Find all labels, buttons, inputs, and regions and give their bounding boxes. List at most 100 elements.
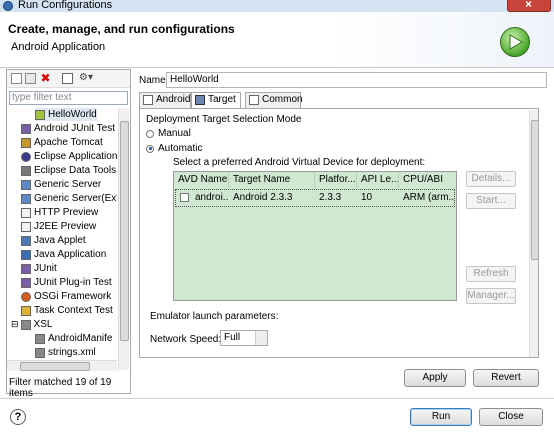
emulator-params-label: Emulator launch parameters: [150, 311, 279, 322]
radio-label: Manual [158, 128, 191, 139]
target-tab-content: Deployment Target Selection Mode Manual … [139, 108, 539, 358]
tree-item[interactable]: Java Application [21, 248, 106, 261]
revert-button[interactable]: Revert [473, 369, 539, 387]
content-vertical-scrollbar[interactable] [529, 110, 538, 357]
filter-status: Filter matched 19 of 19 items [9, 377, 112, 399]
expander-icon[interactable]: ⊟ [11, 318, 19, 331]
new-config-icon[interactable] [11, 73, 22, 84]
tree-item[interactable]: OSGi Framework [21, 290, 111, 303]
duplicate-icon[interactable] [25, 73, 36, 84]
scroll-thumb[interactable] [20, 362, 90, 371]
help-icon[interactable]: ? [10, 409, 26, 425]
osgi-icon [21, 291, 31, 302]
xsl-icon [20, 319, 31, 330]
tab-label: Android [156, 94, 191, 105]
tree-item-label: HTTP Preview [34, 207, 99, 218]
collapse-all-icon[interactable] [62, 73, 73, 84]
run-icon [500, 27, 530, 57]
tree-item-label: J2EE Preview [34, 221, 97, 232]
header-title: Create, manage, and run configurations [8, 22, 235, 36]
tree-item[interactable]: Java Applet [21, 234, 86, 247]
android-tab-icon [143, 95, 153, 105]
java-app-icon [21, 249, 31, 260]
tree-item-label: Apache Tomcat [34, 137, 103, 148]
header-subtitle: Android Application [11, 41, 106, 53]
tree-item[interactable]: JUnit [21, 262, 57, 275]
tree-item[interactable]: Generic Server(Exte [21, 192, 117, 205]
chevron-down-icon[interactable] [255, 331, 267, 345]
tree-item[interactable]: HelloWorld [35, 108, 97, 121]
column-header-target-name[interactable]: Target Name [229, 172, 315, 188]
tree-toolbar: ✖ ⚙▾ [7, 70, 130, 88]
xsl-icon [35, 347, 45, 358]
network-speed-label: Network Speed: [150, 334, 222, 345]
refresh-button[interactable]: Refresh [466, 266, 516, 282]
tree-item[interactable]: strings.xml [35, 346, 96, 359]
tree-item-label: Generic Server [34, 179, 102, 190]
radio-indicator[interactable] [146, 144, 154, 153]
close-button[interactable]: Close [479, 408, 543, 426]
tree-item[interactable]: Generic Server [21, 178, 101, 191]
common-tab-icon [249, 95, 259, 105]
tree-horizontal-scrollbar[interactable] [7, 360, 117, 371]
android-app-icon [35, 109, 45, 120]
select-value: Full [224, 332, 241, 343]
title-bar: Run Configurations × [0, 0, 554, 12]
tree-item[interactable]: Eclipse Data Tools [21, 164, 116, 177]
table-cell: 10 [361, 192, 373, 203]
tree-item[interactable]: JUnit Plug-in Test [21, 276, 112, 289]
tree-item[interactable]: Eclipse Application [21, 150, 117, 163]
tree-item[interactable]: Task Context Test [21, 304, 113, 317]
tomcat-icon [21, 137, 31, 148]
avd-prompt: Select a preferred Android Virtual Devic… [173, 157, 426, 168]
page-icon [21, 221, 31, 232]
tree-item[interactable]: J2EE Preview [21, 220, 96, 233]
run-button[interactable]: Run [410, 408, 472, 426]
window-close-button[interactable]: × [507, 0, 551, 12]
tab-android[interactable]: Android [139, 92, 191, 108]
tree-item[interactable]: Android JUnit Test [21, 122, 115, 135]
name-label: Name: [139, 75, 169, 86]
filter-icon[interactable]: ⚙▾ [79, 73, 93, 84]
column-header-api-level[interactable]: API Le... [357, 172, 399, 188]
automatic-radio[interactable]: Automatic [146, 143, 202, 154]
scroll-thumb[interactable] [531, 120, 538, 260]
tab-label: Target [208, 94, 236, 105]
tree-item-label: Generic Server(Exte [34, 193, 117, 204]
tree-item[interactable]: HTTP Preview [21, 206, 98, 219]
tree-item-label: HelloWorld [48, 109, 97, 120]
tab-target[interactable]: Target [191, 92, 241, 109]
tree-item-label: Java Applet [34, 235, 86, 246]
details-button[interactable]: Details... [466, 171, 516, 187]
scroll-thumb[interactable] [120, 121, 129, 341]
radio-indicator[interactable] [146, 129, 154, 138]
tab-common[interactable]: Common [245, 92, 303, 108]
table-cell: androi... [195, 192, 229, 203]
start-button[interactable]: Start... [466, 193, 516, 209]
name-input[interactable]: HelloWorld [166, 72, 547, 88]
apply-button[interactable]: Apply [404, 369, 466, 387]
table-cell: 2.3.3 [319, 192, 342, 203]
avd-table: AVD Name Target Name Platfor... API Le..… [173, 171, 457, 301]
column-header-platform[interactable]: Platfor... [315, 172, 357, 188]
footer-separator [0, 398, 554, 399]
junit-icon [21, 123, 31, 134]
tree-vertical-scrollbar[interactable] [118, 108, 129, 370]
avd-checkbox[interactable] [180, 193, 189, 202]
tree-item[interactable]: Apache Tomcat [21, 136, 103, 149]
filter-input[interactable]: type filter text [9, 91, 128, 105]
tree-item-label: XSL [33, 319, 53, 330]
column-header-avd-name[interactable]: AVD Name [174, 172, 229, 188]
database-icon [21, 165, 31, 176]
delete-icon[interactable]: ✖ [40, 72, 51, 84]
tree-item-label: strings.xml [48, 347, 96, 358]
tree-item-label: Java Application [34, 249, 107, 260]
manager-button[interactable]: Manager... [466, 288, 516, 304]
tree-item-label: Android JUnit Test [34, 123, 115, 134]
manual-radio[interactable]: Manual [146, 128, 191, 139]
tree-item[interactable]: ⊟ XSL [11, 318, 52, 331]
tree-item[interactable]: AndroidManife [35, 332, 112, 345]
tree-item-label: Eclipse Application [34, 151, 117, 162]
network-speed-select[interactable]: Full [220, 330, 268, 346]
column-header-cpu-abi[interactable]: CPU/ABI [399, 172, 456, 188]
